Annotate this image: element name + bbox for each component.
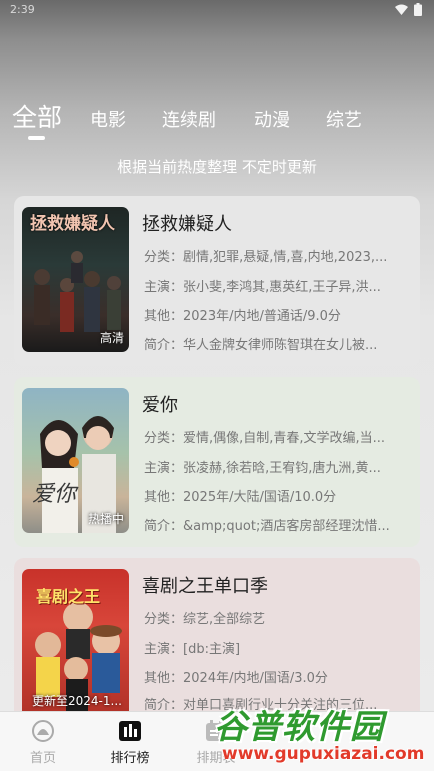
watermark-url: www.gupuxiazai.com [222, 744, 425, 764]
card-category: 分类：爱情,偶像,自制,青春,文学改编,当... [144, 431, 386, 446]
tab-movie[interactable]: 电影 [90, 106, 126, 132]
ranking-card[interactable]: 爱你 热播中 爱你 分类：爱情,偶像,自制,青春,文学改编,当... 主演：张凌… [14, 377, 420, 547]
tab-anime[interactable]: 动漫 [254, 106, 290, 132]
card-intro: 简介：华人金牌女律师陈智琪在女儿被... [144, 338, 378, 353]
status-time: 2:39 [10, 3, 35, 16]
tab-variety[interactable]: 综艺 [326, 106, 362, 132]
card-other: 其他：2023年/内地/普通话/9.0分 [144, 309, 341, 324]
quality-badge: 高清 [99, 331, 124, 345]
card-other: 其他：2025年/大陆/国语/10.0分 [144, 490, 337, 505]
card-cast: 主演：[db:主演] [144, 642, 241, 657]
nav-home-label: 首页 [29, 751, 56, 766]
card-intro: 简介：&amp;quot;酒店客房部经理沈惜... [144, 519, 390, 534]
wifi-icon [395, 4, 408, 15]
ranking-card[interactable]: 喜剧之王 更新至2024-1... 喜剧之王单口季 分类：综艺,全部综艺 主演：… [14, 558, 420, 713]
poster-title: 拯救嫌疑人 [30, 214, 115, 234]
ranking-card[interactable]: 拯救嫌疑人 高清 拯救嫌疑人 分类：剧情,犯罪,悬疑,情,喜,内地,2023,.… [14, 196, 420, 366]
poster-image[interactable]: 爱你 热播中 [22, 388, 129, 533]
poster-image[interactable]: 拯救嫌疑人 高清 [22, 207, 129, 352]
card-title: 爱你 [142, 395, 178, 416]
nav-home[interactable]: 首页 [8, 719, 78, 766]
update-badge: 更新至2024-1... [32, 694, 122, 708]
battery-icon [414, 3, 422, 16]
card-category: 分类：剧情,犯罪,悬疑,情,喜,内地,2023,... [144, 250, 388, 265]
card-other: 其他：2024年/内地/国语/3.0分 [144, 671, 328, 686]
ranking-icon [119, 721, 141, 741]
watermark: 谷普软件园 www.gupuxiazai.com [214, 700, 432, 770]
category-tabs: 全部 电影 连续剧 动漫 综艺 [12, 98, 422, 140]
card-title: 拯救嫌疑人 [142, 214, 232, 235]
nav-ranking-label: 排行榜 [110, 751, 150, 766]
card-cast: 主演：张凌赫,徐若晗,王宥钧,唐九洲,黄... [144, 461, 381, 476]
watermark-logo: 谷普软件园 [214, 707, 384, 746]
card-category: 分类：综艺,全部综艺 [144, 612, 266, 627]
status-bar: 2:39 [0, 0, 434, 20]
active-tab-indicator [28, 136, 45, 140]
status-badge: 热播中 [87, 512, 124, 526]
card-cast: 主演：张小斐,李鸿其,惠英红,王子异,洪... [144, 280, 381, 295]
tab-series[interactable]: 连续剧 [162, 106, 216, 132]
home-icon [32, 720, 54, 742]
nav-ranking[interactable]: 排行榜 [95, 719, 165, 766]
poster-title: 爱你 [32, 482, 77, 507]
poster-title: 喜剧之王 [36, 587, 101, 606]
tab-all[interactable]: 全部 [12, 98, 62, 134]
card-title: 喜剧之王单口季 [142, 576, 268, 597]
ranking-subtitle: 根据当前热度整理 不定时更新 [117, 158, 317, 176]
poster-image[interactable]: 喜剧之王 更新至2024-1... [22, 569, 129, 711]
